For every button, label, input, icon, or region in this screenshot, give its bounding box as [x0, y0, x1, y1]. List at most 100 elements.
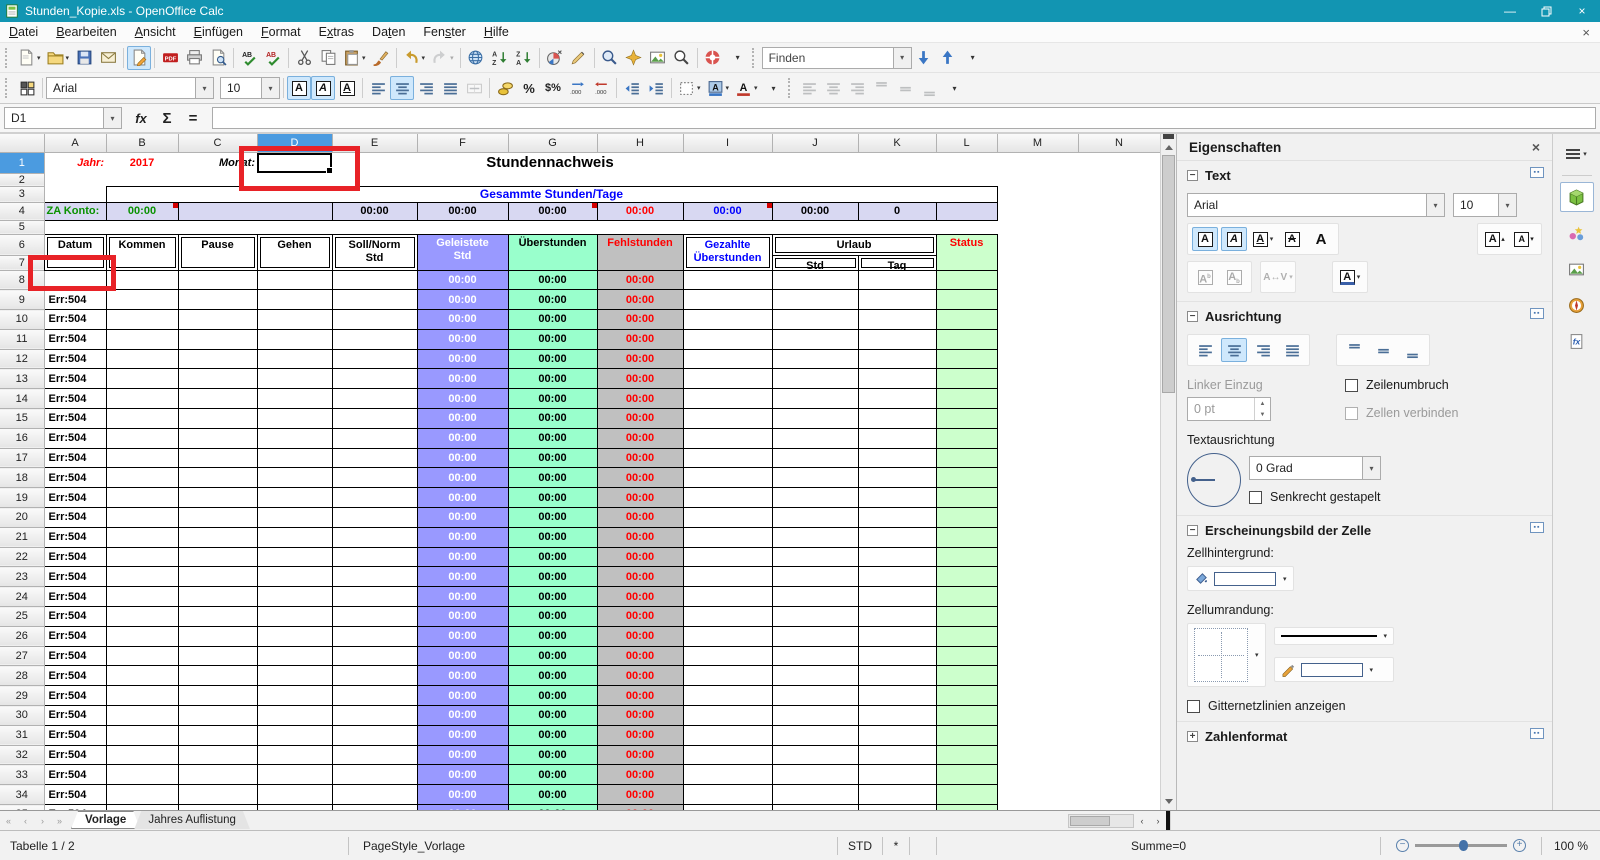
- cell-H31[interactable]: 00:00: [597, 725, 683, 745]
- cell-F10[interactable]: 00:00: [417, 310, 508, 330]
- row-header-30[interactable]: 30: [0, 706, 44, 726]
- zoom-button[interactable]: [670, 46, 694, 70]
- show-gridlines-checkbox[interactable]: [1187, 700, 1200, 713]
- cell-G29[interactable]: 00:00: [508, 686, 597, 706]
- align-right-button[interactable]: [414, 76, 438, 100]
- cell-N20[interactable]: [1078, 508, 1160, 528]
- previous-sheet-icon[interactable]: ‹: [17, 811, 34, 830]
- cell-C17[interactable]: [178, 448, 257, 468]
- sort-ascending-button[interactable]: AZ: [488, 46, 512, 70]
- cell-L26[interactable]: [936, 626, 997, 646]
- cell-H4[interactable]: 00:00: [597, 202, 683, 220]
- cell-summary-title[interactable]: Gesammte Stunden/Tage: [106, 186, 997, 202]
- object-align-top-button[interactable]: [870, 76, 894, 100]
- paste-button[interactable]: ▾: [340, 46, 369, 70]
- cell-L1[interactable]: [936, 152, 997, 173]
- row-header-17[interactable]: 17: [0, 448, 44, 468]
- cell-J10[interactable]: [772, 310, 858, 330]
- cell-F27[interactable]: 00:00: [417, 646, 508, 666]
- cell-F23[interactable]: 00:00: [417, 567, 508, 587]
- cell-J34[interactable]: [772, 785, 858, 805]
- column-header-E[interactable]: E: [332, 134, 417, 152]
- column-header-B[interactable]: B: [106, 134, 178, 152]
- cell-C32[interactable]: [178, 745, 257, 765]
- cell-I1[interactable]: [683, 152, 772, 173]
- next-sheet-icon[interactable]: ›: [34, 811, 51, 830]
- currency-button[interactable]: [493, 76, 517, 100]
- cell-J18[interactable]: [772, 468, 858, 488]
- cell-G12[interactable]: 00:00: [508, 349, 597, 369]
- cell-N13[interactable]: [1078, 369, 1160, 389]
- cell-F30[interactable]: 00:00: [417, 706, 508, 726]
- cell-I11[interactable]: [683, 329, 772, 349]
- cell-L13[interactable]: [936, 369, 997, 389]
- toolbar-grip[interactable]: [752, 48, 757, 68]
- cell-K22[interactable]: [858, 547, 936, 567]
- cell-K14[interactable]: [858, 389, 936, 409]
- open-folder-button[interactable]: ▾: [44, 46, 73, 70]
- cell-B29[interactable]: [106, 686, 178, 706]
- header-urlaub-tag[interactable]: Tag: [858, 255, 936, 270]
- cell-G31[interactable]: 00:00: [508, 725, 597, 745]
- cell-M29[interactable]: [997, 686, 1078, 706]
- cell-C18[interactable]: [178, 468, 257, 488]
- row-header-32[interactable]: 32: [0, 745, 44, 765]
- border-pattern-button[interactable]: ▾: [1187, 623, 1266, 687]
- cell-E34[interactable]: [332, 785, 417, 805]
- cell-M27[interactable]: [997, 646, 1078, 666]
- cell-K33[interactable]: [858, 765, 936, 785]
- cell-D23[interactable]: [257, 567, 332, 587]
- cell-E33[interactable]: [332, 765, 417, 785]
- cell-C29[interactable]: [178, 686, 257, 706]
- cell-G21[interactable]: 00:00: [508, 527, 597, 547]
- cell-L12[interactable]: [936, 349, 997, 369]
- cell-I16[interactable]: [683, 428, 772, 448]
- toolbar-overflow-button[interactable]: ▾: [960, 46, 984, 70]
- cell-I17[interactable]: [683, 448, 772, 468]
- cell-F15[interactable]: 00:00: [417, 409, 508, 429]
- cell-E26[interactable]: [332, 626, 417, 646]
- background-color-button[interactable]: A▾: [704, 76, 733, 100]
- cell-A17[interactable]: Err:504: [44, 448, 106, 468]
- menu-format[interactable]: Format: [252, 23, 310, 41]
- column-header-J[interactable]: J: [772, 134, 858, 152]
- column-header-C[interactable]: C: [178, 134, 257, 152]
- function-wizard-icon[interactable]: fx: [128, 107, 154, 129]
- cell-I4[interactable]: 00:00: [683, 202, 772, 220]
- cell-G13[interactable]: 00:00: [508, 369, 597, 389]
- cell-B22[interactable]: [106, 547, 178, 567]
- merge-cells-button[interactable]: [462, 76, 486, 100]
- cell-H18[interactable]: 00:00: [597, 468, 683, 488]
- cell-M13[interactable]: [997, 369, 1078, 389]
- cell-D8[interactable]: [257, 270, 332, 290]
- cell-J8[interactable]: [772, 270, 858, 290]
- row-header-19[interactable]: 19: [0, 488, 44, 508]
- cell-B27[interactable]: [106, 646, 178, 666]
- increase-font-button[interactable]: A▴: [1482, 227, 1508, 251]
- show-draw-functions-button[interactable]: [567, 46, 591, 70]
- cell-L25[interactable]: [936, 607, 997, 627]
- cell-N29[interactable]: [1078, 686, 1160, 706]
- underline-button[interactable]: A: [335, 76, 359, 100]
- cell-H9[interactable]: 00:00: [597, 290, 683, 310]
- align-center-button[interactable]: [390, 76, 414, 100]
- cell-D9[interactable]: [257, 290, 332, 310]
- cell-N1[interactable]: [1078, 152, 1160, 173]
- cell-M32[interactable]: [997, 745, 1078, 765]
- sidebar-tab-functions-icon[interactable]: fx: [1560, 326, 1594, 356]
- cell-L18[interactable]: [936, 468, 997, 488]
- cell-N25[interactable]: [1078, 607, 1160, 627]
- cell-K32[interactable]: [858, 745, 936, 765]
- cell-G27[interactable]: 00:00: [508, 646, 597, 666]
- cell-G30[interactable]: 00:00: [508, 706, 597, 726]
- cell-M26[interactable]: [997, 626, 1078, 646]
- spellcheck-button[interactable]: AB: [237, 46, 261, 70]
- cell-A13[interactable]: Err:504: [44, 369, 106, 389]
- cell-C9[interactable]: [178, 290, 257, 310]
- cell-H21[interactable]: 00:00: [597, 527, 683, 547]
- cell-N23[interactable]: [1078, 567, 1160, 587]
- cell-M23[interactable]: [997, 567, 1078, 587]
- sidebar-font-color-button[interactable]: A▾: [1337, 265, 1363, 289]
- cell-K24[interactable]: [858, 587, 936, 607]
- cell-M16[interactable]: [997, 428, 1078, 448]
